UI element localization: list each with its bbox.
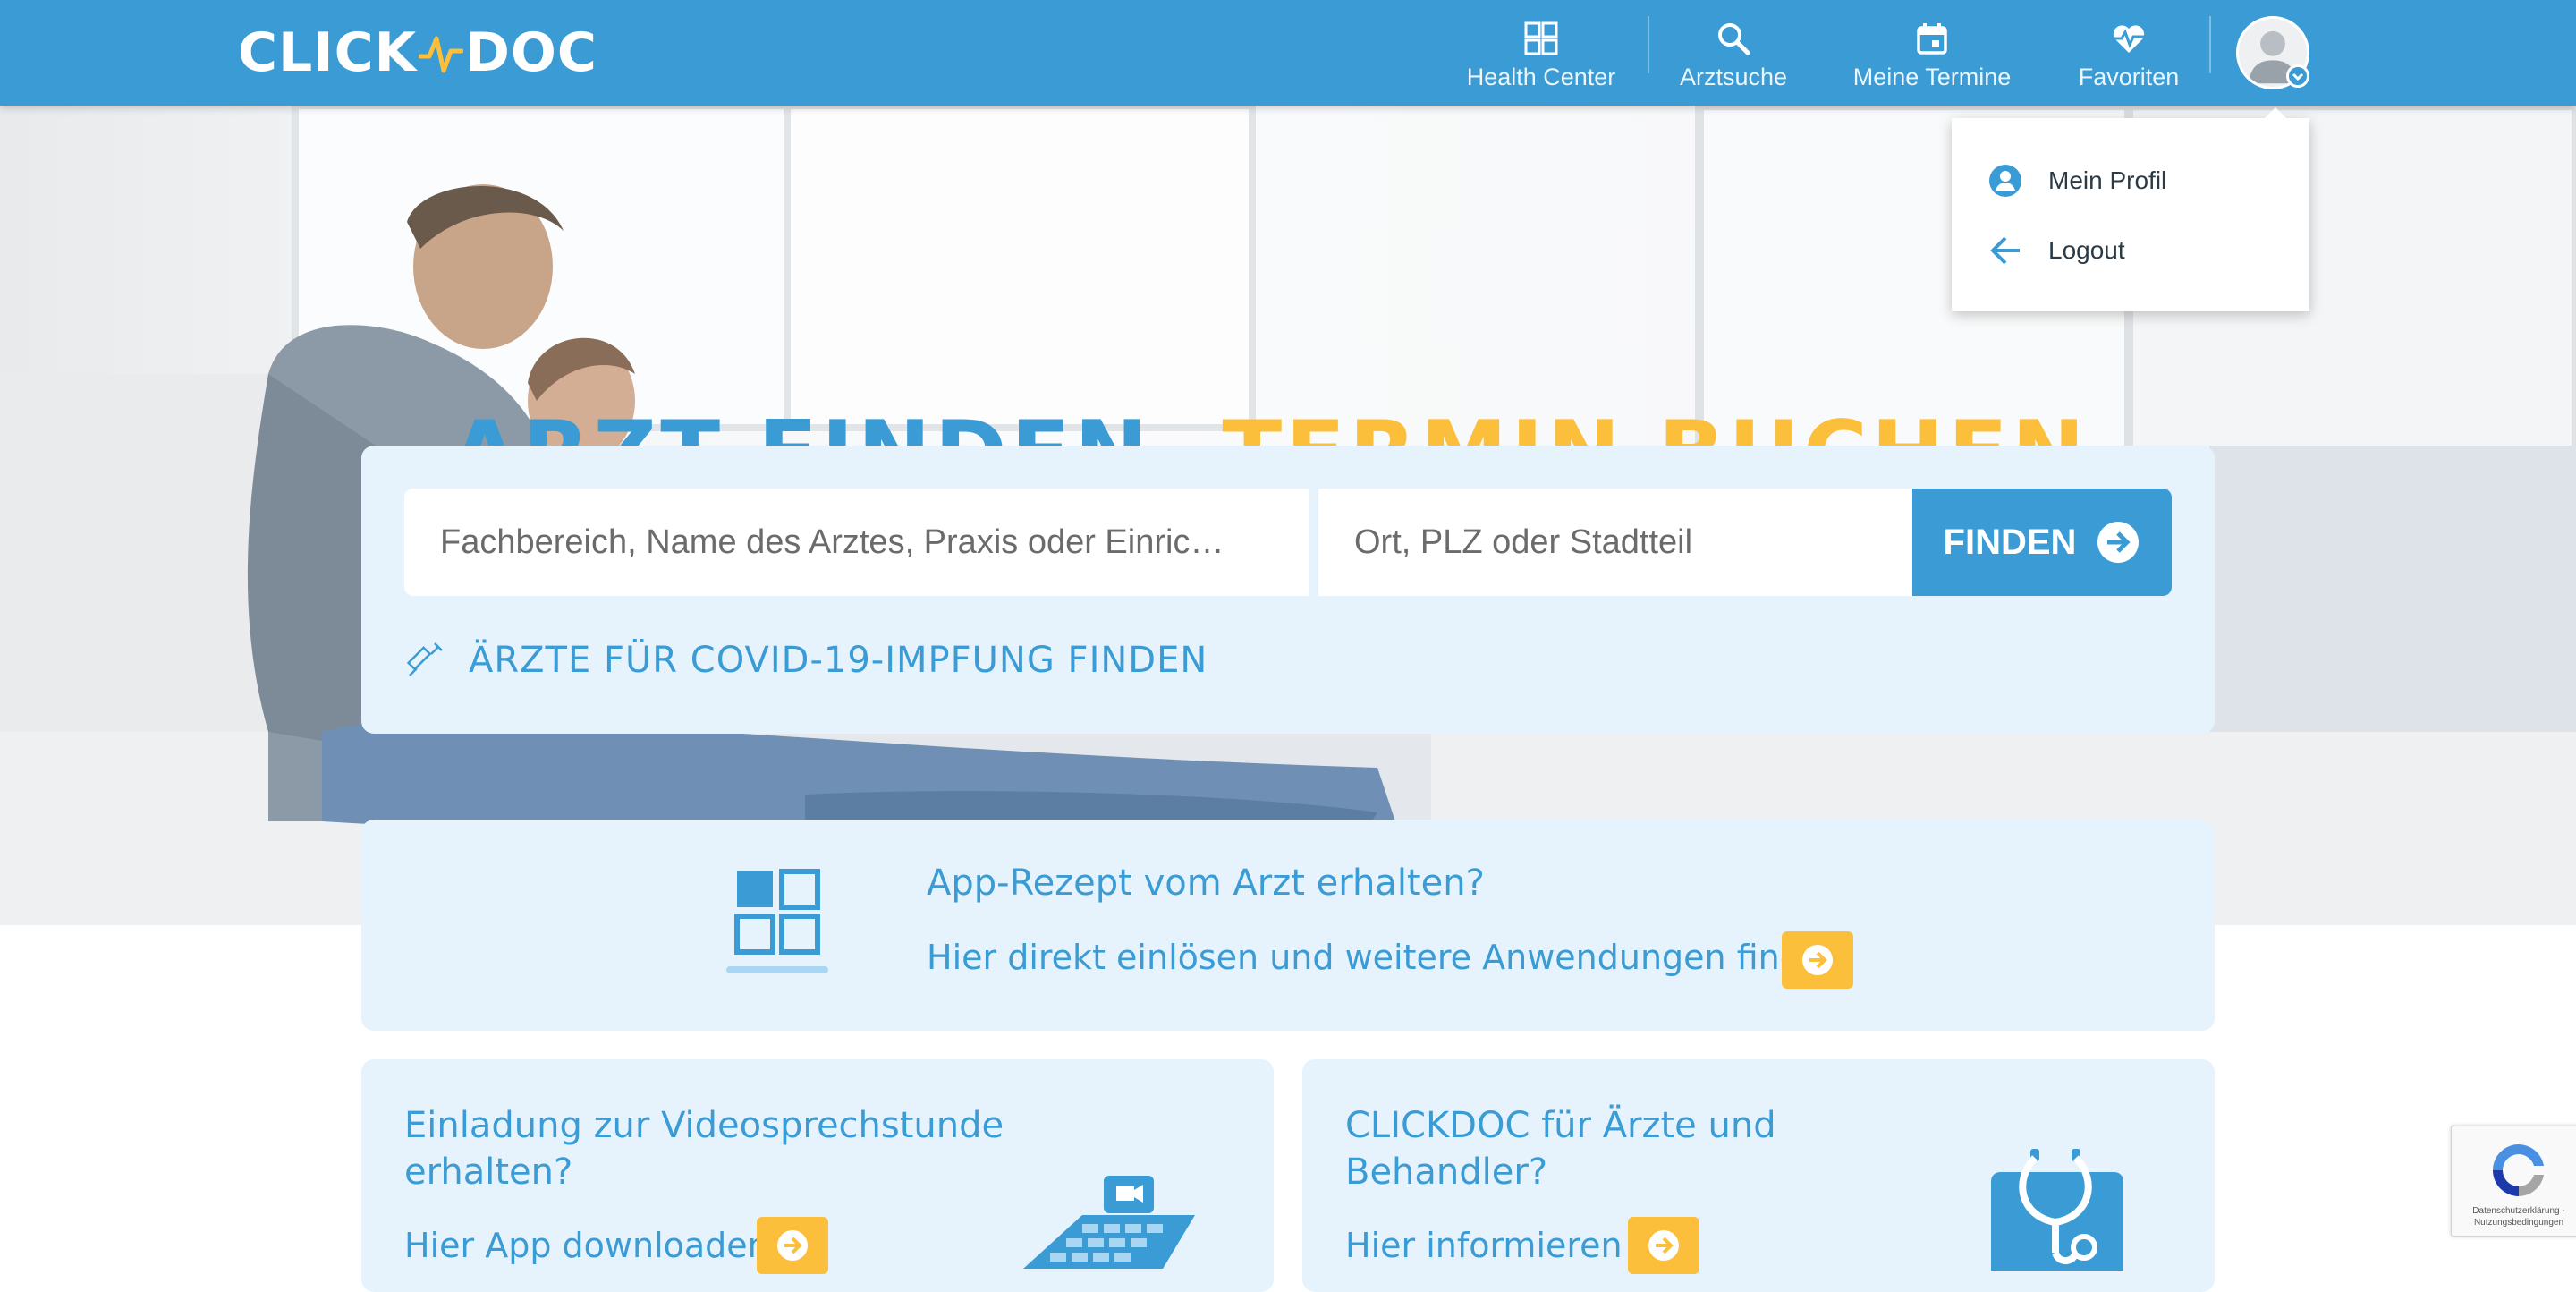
app-grid-icon: [726, 869, 828, 973]
app-card-link[interactable]: Hier direkt einlösen und weitere Anwendu…: [927, 938, 1843, 977]
user-circle-icon: [1989, 165, 2021, 197]
search-specialty-input[interactable]: [404, 489, 1309, 596]
clickdoc-logo[interactable]: CLICK DOC: [238, 21, 597, 84]
covid-vaccination-link[interactable]: ÄRZTE FÜR COVID-19-IMPFUNG FINDEN: [404, 633, 1208, 687]
recaptcha-icon: [2493, 1144, 2544, 1196]
video-keyboard-illustration: [1023, 1176, 1195, 1269]
recaptcha-terms-link[interactable]: Nutzungsbedingungen: [2452, 1217, 2576, 1228]
arrow-right-circle-icon: [1648, 1230, 1679, 1261]
nav-divider: [1648, 16, 1649, 73]
doctors-card-link[interactable]: Hier informieren: [1345, 1226, 1623, 1265]
recaptcha-links[interactable]: Datenschutzerklärung - Nutzungsbedingung…: [2452, 1205, 2576, 1228]
nav-meine-termine[interactable]: Meine Termine: [1844, 0, 2020, 106]
heart-pulse-icon: [2113, 24, 2145, 53]
logo-text-right: DOC: [465, 21, 597, 84]
dropdown-caret: [2263, 107, 2288, 120]
find-button[interactable]: FINDEN: [1912, 489, 2172, 596]
search-icon: [1718, 22, 1750, 55]
logo-text-left: CLICK: [238, 21, 418, 84]
nav-health-center[interactable]: Health Center: [1456, 0, 1626, 106]
arrow-left-icon: [1990, 236, 2020, 265]
covid-link-label: ÄRZTE FÜR COVID-19-IMPFUNG FINDEN: [469, 640, 1208, 681]
recaptcha-privacy-link[interactable]: Datenschutzerklärung -: [2452, 1205, 2576, 1217]
nav-label: Favoriten: [2078, 63, 2180, 90]
stethoscope-illustration: [1991, 1149, 2123, 1271]
doctors-card-title: CLICKDOC für Ärzte und Behandler?: [1345, 1105, 1776, 1193]
arrow-right-circle-icon: [1802, 945, 1833, 975]
search-card: FINDEN ÄRZTE FÜR COVID-19-IMPFUNG FINDEN: [361, 446, 2215, 734]
menu-item-label: Mein Profil: [2048, 166, 2167, 194]
menu-item-mein-profil[interactable]: Mein Profil: [1952, 152, 2309, 209]
doctors-info-card: CLICKDOC für Ärzte und Behandler? Hier i…: [1302, 1059, 2215, 1292]
nav-arztsuche[interactable]: Arztsuche: [1671, 0, 1796, 106]
nav-label: Health Center: [1466, 63, 1616, 90]
top-navbar: CLICK DOC Health Center Arztsuche Meine …: [0, 0, 2576, 106]
search-location-input[interactable]: [1318, 489, 1916, 596]
video-card-arrow-button[interactable]: [757, 1217, 828, 1274]
app-card-title: App-Rezept vom Arzt erhalten?: [927, 863, 1485, 904]
chevron-down-icon[interactable]: [2286, 64, 2309, 88]
video-consultation-card: Einladung zur Videosprechstunde erhalten…: [361, 1059, 1274, 1292]
video-card-link[interactable]: Hier App downloaden: [404, 1226, 769, 1265]
arrow-right-circle-icon: [2097, 522, 2140, 563]
nav-favoriten[interactable]: Favoriten: [2066, 0, 2191, 106]
nav-label: Arztsuche: [1679, 63, 1788, 90]
nav-divider: [2209, 16, 2211, 73]
doctors-card-arrow-button[interactable]: [1628, 1217, 1699, 1274]
arrow-right-circle-icon: [777, 1230, 808, 1261]
recaptcha-badge[interactable]: Datenschutzerklärung - Nutzungsbedingung…: [2451, 1126, 2576, 1237]
video-card-title: Einladung zur Videosprechstunde erhalten…: [404, 1105, 1004, 1193]
find-button-label: FINDEN: [1943, 522, 2077, 562]
menu-item-logout[interactable]: Logout: [1952, 222, 2309, 279]
app-card-arrow-button[interactable]: [1782, 931, 1853, 989]
menu-item-label: Logout: [2048, 236, 2125, 264]
pulse-logo-icon: [419, 36, 464, 73]
calendar-icon: [1917, 22, 1947, 55]
user-dropdown-menu: Mein Profil Logout: [1952, 118, 2309, 311]
app-prescription-card: App-Rezept vom Arzt erhalten? Hier direk…: [361, 820, 2215, 1031]
nav-label: Meine Termine: [1852, 63, 2012, 90]
grid-icon: [1524, 21, 1558, 55]
syringe-icon: [406, 642, 443, 676]
